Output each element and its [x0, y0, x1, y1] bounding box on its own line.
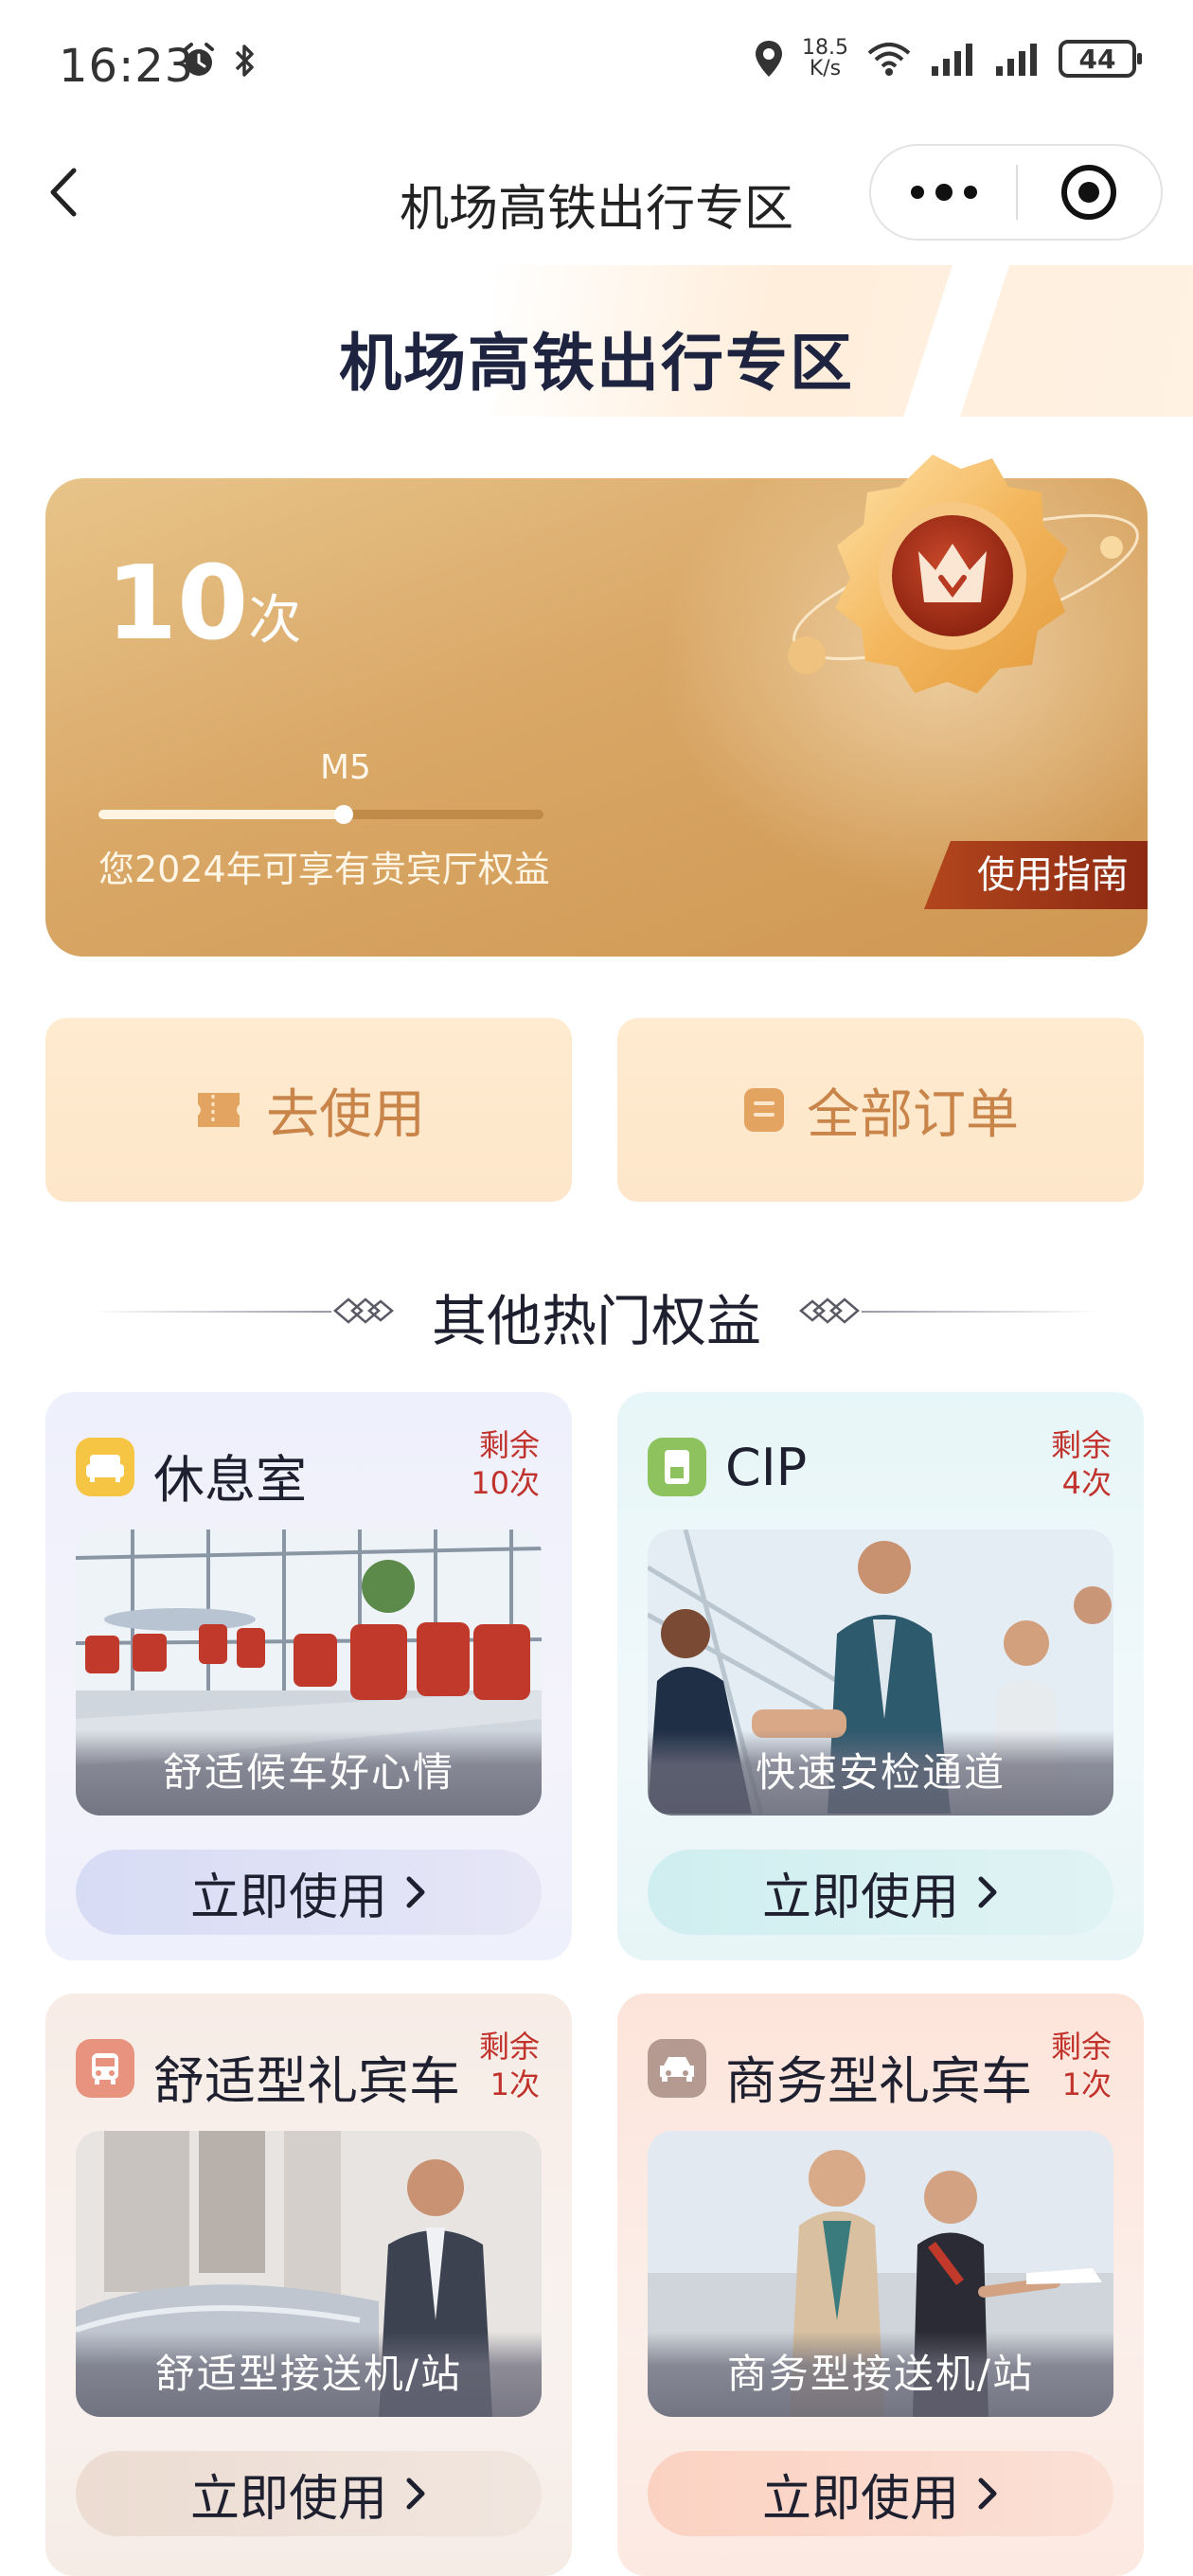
more-dot-icon — [910, 186, 924, 199]
page-title: 机场高铁出行专区 — [339, 327, 854, 400]
signal-icon — [932, 44, 972, 76]
chevron-right-icon — [978, 1876, 997, 1908]
wifi-icon — [867, 43, 911, 76]
go-use-label: 去使用 — [266, 1083, 425, 1146]
mini-program-capsule — [869, 144, 1163, 241]
ticket-icon — [198, 1093, 240, 1127]
battery-indicator: 44 — [1059, 40, 1142, 78]
target-close-icon — [1061, 165, 1117, 220]
remaining-count: 剩余 1次 — [478, 2029, 540, 2102]
use-now-button[interactable]: 立即使用 — [648, 2451, 1113, 2536]
benefit-card-cip[interactable]: CIP 剩余 4次 快速安检通道 立即使用 — [617, 1392, 1144, 1960]
chevron-right-icon — [406, 2478, 425, 2510]
use-now-button[interactable]: 立即使用 — [76, 1850, 542, 1935]
level-progress-dot — [333, 805, 353, 824]
level-label: M5 — [320, 748, 371, 787]
diamond-ornament-icon — [799, 1297, 860, 1324]
level-progress-fill — [98, 810, 344, 819]
section-title: 其他热门权益 — [431, 1289, 761, 1353]
all-orders-button[interactable]: 全部订单 — [617, 1018, 1144, 1202]
status-time: 16:23 — [59, 40, 195, 93]
remaining-count: 剩余 1次 — [1050, 2029, 1112, 2102]
chevron-right-icon — [406, 1876, 425, 1908]
order-list-icon — [744, 1088, 784, 1132]
more-dot-icon — [935, 184, 953, 201]
location-icon — [756, 41, 783, 77]
signal-icon-2 — [996, 44, 1037, 76]
cip-photo: 快速安检通道 — [648, 1530, 1113, 1816]
car-icon — [648, 2039, 706, 2098]
benefit-title: 商务型礼宾车 — [725, 2051, 1032, 2111]
benefit-caption: 舒适候车好心情 — [76, 1730, 542, 1816]
document-icon — [648, 1438, 706, 1496]
more-dot-icon — [963, 186, 977, 199]
benefit-card-comfort-car[interactable]: 舒适型礼宾车 剩余 1次 舒适型接送机/站 立即使用 — [45, 1994, 572, 2576]
business-car-photo: 商务型接送机/站 — [648, 2131, 1113, 2417]
use-now-button[interactable]: 立即使用 — [648, 1850, 1113, 1935]
benefit-title: 休息室 — [153, 1450, 307, 1510]
section-divider-right — [862, 1311, 1098, 1313]
use-now-button[interactable]: 立即使用 — [76, 2451, 542, 2536]
remaining-count: 剩余 4次 — [1050, 1427, 1112, 1501]
status-bar: 16:23 18.5 K/s 44 — [0, 0, 1193, 133]
benefit-card-business-car[interactable]: 商务型礼宾车 剩余 1次 商务型接送机/站 立即使用 — [617, 1994, 1144, 2576]
chevron-right-icon — [978, 2478, 997, 2510]
benefit-caption: 舒适型接送机/站 — [76, 2332, 542, 2417]
bus-icon — [76, 2039, 134, 2098]
benefit-title: 舒适型礼宾车 — [153, 2051, 460, 2111]
benefit-caption: 商务型接送机/站 — [648, 2332, 1113, 2417]
close-mini-program-button[interactable] — [1018, 146, 1161, 239]
section-heading: 其他热门权益 — [0, 1269, 1193, 1354]
comfort-car-photo: 舒适型接送机/站 — [76, 2131, 542, 2417]
usage-guide-button[interactable]: 使用指南 — [924, 841, 1148, 909]
lounge-photo: 舒适候车好心情 — [76, 1530, 542, 1816]
alarm-icon — [184, 43, 214, 76]
remaining-count: 剩余 10次 — [471, 1427, 540, 1501]
benefit-caption: 快速安检通道 — [648, 1730, 1113, 1816]
go-use-button[interactable]: 去使用 — [45, 1018, 572, 1202]
benefit-title: CIP — [725, 1438, 808, 1497]
card-description: 您2024年可享有贵宾厅权益 — [98, 849, 550, 890]
benefit-count: 10次 — [106, 545, 302, 663]
bluetooth-icon — [235, 45, 254, 77]
sofa-icon — [76, 1438, 134, 1496]
more-button[interactable] — [871, 146, 1016, 239]
benefit-card-lounge[interactable]: 休息室 剩余 10次 舒适候车好心情 立即使用 — [45, 1392, 572, 1960]
network-speed: 18.5 K/s — [802, 36, 848, 80]
nav-bar: 机场高铁出行专区 — [0, 133, 1193, 256]
all-orders-label: 全部订单 — [807, 1083, 1019, 1146]
crown-badge-icon — [788, 455, 1139, 693]
level-progress-bar — [98, 805, 543, 824]
